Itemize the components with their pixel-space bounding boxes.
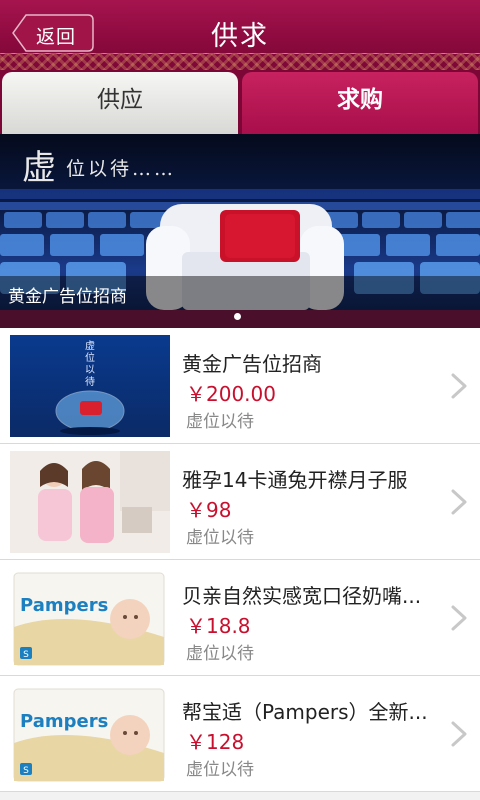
item-title: 帮宝适（Pampers）全新... (182, 700, 428, 724)
item-price: ￥200.00 (186, 382, 276, 406)
chevron-right-icon (451, 489, 467, 515)
svg-text:以: 以 (85, 365, 95, 376)
pampers-pack-image: Pampers S (10, 567, 170, 669)
list-item[interactable]: 虚 位 以 待 黄金广告位招商 ￥200.00 虚位以待 (0, 328, 480, 444)
tab-bar: 供应 求购 (0, 70, 480, 134)
banner-headline-small: 位以待…… (66, 158, 177, 180)
banner-caption-bar: 黄金广告位招商 (0, 276, 480, 310)
item-title: 贝亲自然实感宽口径奶嘴... (182, 584, 422, 608)
page-title: 供求 (211, 21, 269, 52)
carousel-indicator-dot (234, 313, 241, 320)
item-price: ￥128 (186, 730, 245, 754)
item-subtitle: 虚位以待 (186, 760, 254, 780)
list-item[interactable]: 雅孕14卡通兔开襟月子服 ￥98 虚位以待 (0, 444, 480, 560)
svg-text:S: S (23, 650, 29, 660)
svg-text:位: 位 (85, 351, 95, 364)
svg-text:Pampers: Pampers (20, 595, 108, 616)
list-item[interactable]: Pampers S 贝亲自然实感宽口径奶嘴... ￥18.8 虚位以待 (0, 560, 480, 676)
product-thumbnail: Pampers S (10, 683, 170, 785)
banner-caption: 黄金广告位招商 (8, 287, 127, 307)
chevron-right-icon (451, 373, 467, 399)
tab-demand[interactable]: 求购 (242, 72, 478, 134)
maternity-clothes-image (10, 451, 170, 553)
chevron-right-icon (451, 605, 467, 631)
list-item[interactable]: Pampers S 帮宝适（Pampers）全新... ￥128 虚位以待 (0, 676, 480, 792)
header-decorative-pattern (0, 53, 480, 70)
svg-text:待: 待 (85, 375, 95, 388)
item-price: ￥98 (186, 498, 232, 522)
product-list: 虚 位 以 待 黄金广告位招商 ￥200.00 虚位以待 雅孕14卡通兔开襟月子… (0, 328, 480, 792)
tab-supply[interactable]: 供应 (2, 72, 238, 134)
item-price: ￥18.8 (186, 614, 251, 638)
item-title: 黄金广告位招商 (182, 352, 322, 376)
svg-text:S: S (23, 766, 29, 776)
product-thumbnail (10, 451, 170, 553)
fishbowl-ad-image: 虚 位 以 待 (10, 335, 170, 437)
svg-text:虚: 虚 (85, 340, 95, 352)
banner-headline-big: 虚 (22, 148, 56, 188)
product-thumbnail: Pampers S (10, 567, 170, 669)
svg-text:Pampers: Pampers (20, 711, 108, 732)
item-title: 雅孕14卡通兔开襟月子服 (182, 468, 408, 492)
banner-carousel[interactable]: 虚 位以待…… 黄金广告位招商 (0, 134, 480, 328)
pampers-pack-image: Pampers S (10, 683, 170, 785)
item-subtitle: 虚位以待 (186, 528, 254, 548)
product-thumbnail: 虚 位 以 待 (10, 335, 170, 437)
header-bar: 返回 供求 (0, 0, 480, 70)
app: 返回 供求 供应 求购 虚 位以待…… 黄金广告位招商 虚 位 以 待 黄金广告… (0, 0, 480, 800)
chevron-right-icon (451, 721, 467, 747)
item-subtitle: 虚位以待 (186, 412, 254, 432)
item-subtitle: 虚位以待 (186, 644, 254, 664)
